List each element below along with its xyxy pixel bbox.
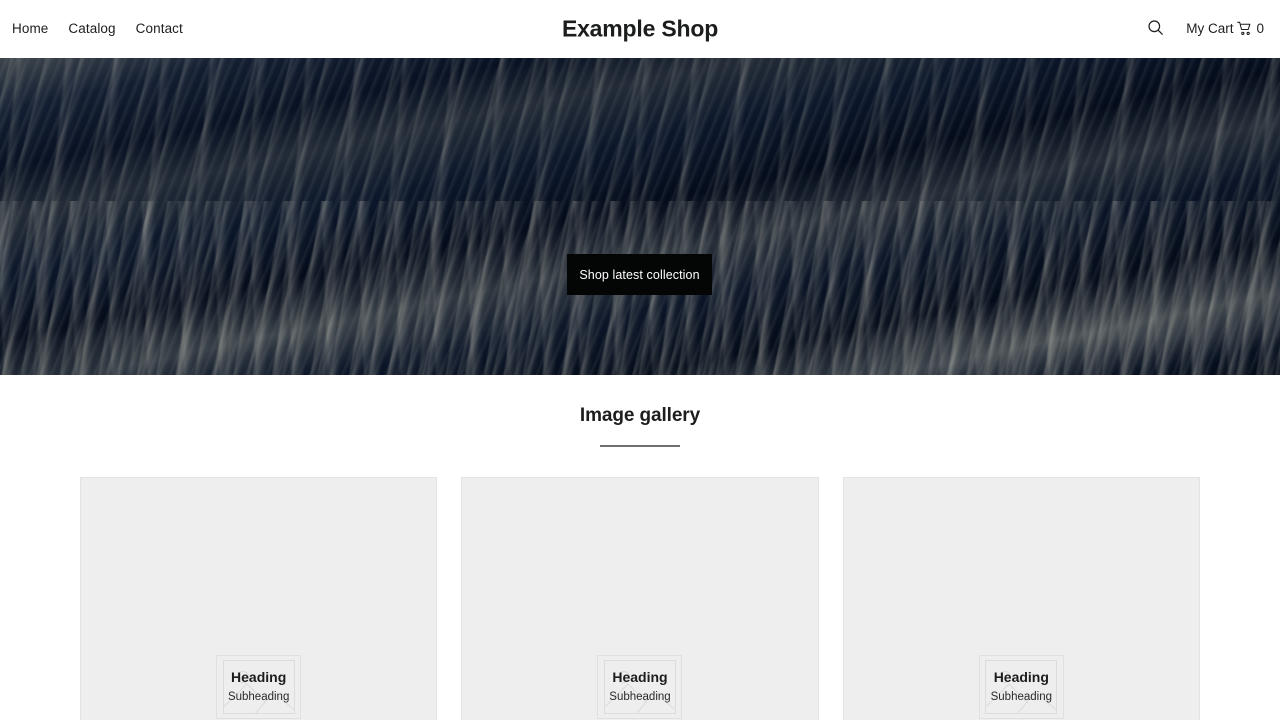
hero-banner: Shop latest collection (0, 58, 1280, 375)
nav-link-contact[interactable]: Contact (136, 22, 183, 36)
image-placeholder-icon (603, 660, 676, 714)
primary-navigation: Home Catalog Contact (0, 22, 183, 36)
search-button[interactable] (1147, 19, 1164, 39)
gallery-card-content: Heading Subheading (597, 655, 683, 719)
gallery-card-content: Heading Subheading (978, 655, 1064, 719)
header-actions: My Cart 0 (1147, 19, 1264, 39)
cart-link[interactable]: My Cart 0 (1186, 21, 1264, 36)
gallery-title: Image gallery (579, 405, 701, 426)
gallery-card-subheading: Subheading (609, 691, 671, 704)
gallery-card-content: Heading Subheading (216, 655, 302, 719)
shop-latest-collection-button[interactable]: Shop latest collection (567, 254, 712, 295)
gallery-card-heading: Heading (993, 669, 1049, 686)
image-placeholder-icon (222, 660, 295, 714)
shop-title: Example Shop (561, 15, 719, 41)
cart-count: 0 (1256, 21, 1264, 36)
gallery-card[interactable]: Heading Subheading (461, 477, 819, 720)
shopping-cart-icon (1237, 21, 1252, 36)
gallery-card-heading: Heading (612, 669, 668, 686)
gallery-card[interactable]: Heading Subheading (842, 477, 1200, 720)
gallery-card[interactable]: Heading Subheading (80, 477, 438, 720)
image-placeholder-icon (985, 660, 1058, 714)
site-header: Home Catalog Contact Example Shop My Car… (0, 0, 1280, 58)
search-icon (1147, 19, 1164, 39)
gallery-card-subheading: Subheading (227, 691, 290, 704)
gallery-card-heading: Heading (231, 669, 287, 686)
hero-background-image (0, 58, 1280, 375)
image-gallery-section: Image gallery Heading Subheading Heading… (0, 375, 1280, 720)
gallery-card-subheading: Subheading (990, 691, 1053, 704)
cart-label: My Cart (1186, 21, 1234, 36)
nav-link-catalog[interactable]: Catalog (68, 22, 115, 36)
gallery-grid: Heading Subheading Heading Subheading He… (0, 447, 1280, 720)
nav-link-home[interactable]: Home (12, 22, 48, 36)
